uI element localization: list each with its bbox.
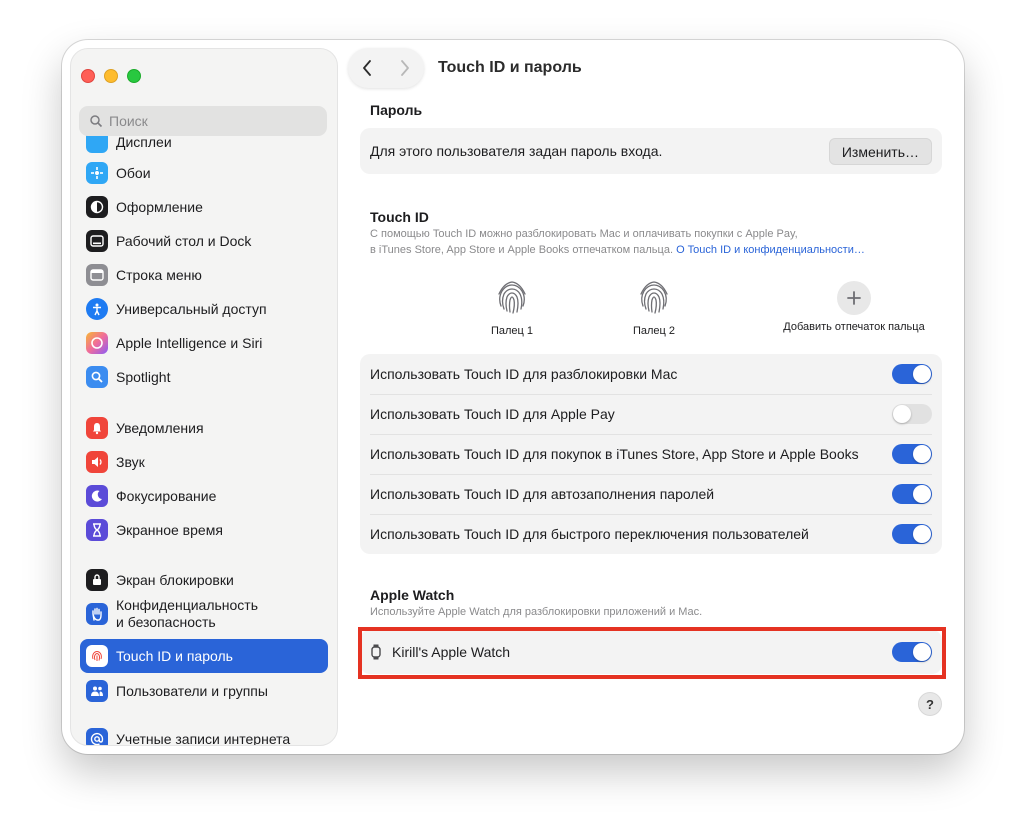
sidebar-item-wallpaper[interactable]: Обои <box>80 156 328 190</box>
page-title: Touch ID и пароль <box>438 59 582 76</box>
main-pane: Touch ID и пароль Пароль Для этого польз… <box>346 40 964 754</box>
chevron-right-icon <box>401 60 409 76</box>
navigation-buttons <box>348 48 424 88</box>
plus-icon <box>847 291 861 305</box>
sidebar-item-appearance[interactable]: Оформление <box>80 190 328 224</box>
sidebar-item-spotlight[interactable]: Spotlight <box>80 360 328 394</box>
privacy-hand-icon <box>86 603 108 625</box>
forward-button[interactable] <box>386 48 424 88</box>
siri-icon <box>86 332 108 354</box>
apple-watch-section-title: Apple Watch <box>370 587 455 603</box>
fingerprint-icon <box>86 645 108 667</box>
appearance-icon <box>86 196 108 218</box>
unlock-mac-toggle[interactable] <box>892 364 932 384</box>
lockscreen-icon <box>86 569 108 591</box>
option-row-autofill: Использовать Touch ID для автозаполнения… <box>360 474 942 514</box>
finger-1[interactable]: Палец 1 <box>472 280 552 337</box>
option-row-fast-user-switching: Использовать Touch ID для быстрого перек… <box>360 514 942 554</box>
desktop-dock-icon <box>86 230 108 252</box>
hourglass-icon <box>86 519 108 541</box>
fingerprint-icon <box>498 281 526 314</box>
sidebar-item-sound[interactable]: Звук <box>80 445 328 479</box>
option-row-apple-pay: Использовать Touch ID для Apple Pay <box>360 394 942 434</box>
sidebar-item-focus[interactable]: Фокусирование <box>80 479 328 513</box>
sidebar-item-internet-accounts[interactable]: Учетные записи интернета <box>80 722 328 745</box>
highlight-annotation <box>358 627 946 679</box>
chevron-left-icon <box>363 60 371 76</box>
finger-2[interactable]: Палец 2 <box>614 280 694 337</box>
sidebar-item-accessibility[interactable]: Универсальный доступ <box>80 292 328 326</box>
option-row-purchases: Использовать Touch ID для покупок в iTun… <box>360 434 942 474</box>
apple-watch-description: Используйте Apple Watch для разблокировк… <box>370 606 703 618</box>
back-button[interactable] <box>348 48 386 88</box>
sidebar-item-lockscreen[interactable]: Экран блокировки <box>80 563 328 597</box>
accessibility-icon <box>86 298 108 320</box>
focus-moon-icon <box>86 485 108 507</box>
spotlight-icon <box>86 366 108 388</box>
wallpaper-icon <box>86 162 108 184</box>
search-placeholder: Поиск <box>109 113 148 129</box>
touchid-section-title: Touch ID <box>370 209 429 225</box>
sidebar-list: Дисплеи Обои Оформление Рабочий стол и D… <box>71 49 337 745</box>
sidebar: Дисплеи Обои Оформление Рабочий стол и D… <box>70 48 338 746</box>
search-icon <box>90 115 103 128</box>
finger-2-label: Палец 2 <box>632 325 676 337</box>
fingerprint-icon <box>640 281 668 314</box>
users-icon <box>86 680 108 702</box>
at-icon <box>86 728 108 745</box>
sidebar-item-touchid[interactable]: Touch ID и пароль <box>80 639 328 673</box>
help-button[interactable]: ? <box>918 692 942 716</box>
touchid-privacy-link[interactable]: О Touch ID и конфиденциальности… <box>676 244 865 256</box>
change-password-button[interactable]: Изменить… <box>828 138 932 165</box>
sidebar-item-users[interactable]: Пользователи и группы <box>80 674 328 708</box>
autofill-toggle[interactable] <box>892 484 932 504</box>
sidebar-item-siri[interactable]: Apple Intelligence и Siri <box>80 326 328 360</box>
purchases-toggle[interactable] <box>892 444 932 464</box>
search-field[interactable]: Поиск <box>79 106 327 136</box>
fast-user-switching-toggle[interactable] <box>892 524 932 544</box>
sidebar-item-notifications[interactable]: Уведомления <box>80 411 328 445</box>
add-fingerprint[interactable]: Добавить отпечаток пальца <box>766 281 942 333</box>
option-row-unlock-mac: Использовать Touch ID для разблокировки … <box>360 354 942 394</box>
notifications-icon <box>86 417 108 439</box>
sidebar-item-desktop-dock[interactable]: Рабочий стол и Dock <box>80 224 328 258</box>
add-fingerprint-button[interactable] <box>837 281 871 315</box>
sidebar-item-menubar[interactable]: Строка меню <box>80 258 328 292</box>
password-section-title: Пароль <box>370 102 423 118</box>
finger-1-label: Палец 1 <box>490 325 534 337</box>
touchid-options-card: Использовать Touch ID для разблокировки … <box>360 354 942 554</box>
menubar-icon <box>86 264 108 286</box>
sidebar-item-screentime[interactable]: Экранное время <box>80 513 328 547</box>
touchid-description: С помощью Touch ID можно разблокировать … <box>370 228 865 256</box>
password-status-text: Для этого пользователя задан пароль вход… <box>370 143 663 159</box>
apple-pay-toggle[interactable] <box>892 404 932 424</box>
password-card: Для этого пользователя задан пароль вход… <box>360 128 942 174</box>
settings-window: Дисплеи Обои Оформление Рабочий стол и D… <box>62 40 964 754</box>
sidebar-item-privacy[interactable]: Конфиденциальность и безопасность <box>80 594 328 634</box>
sound-icon <box>86 451 108 473</box>
add-fingerprint-label: Добавить отпечаток пальца <box>783 321 925 333</box>
